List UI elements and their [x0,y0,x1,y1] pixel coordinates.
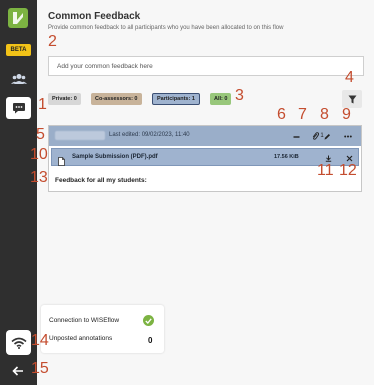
pencil-icon [324,133,330,139]
author-name-blurred [55,131,105,140]
annotation-7: 7 [298,106,307,123]
filter-participants[interactable]: Participants: 1 [152,93,200,105]
annotation-6: 6 [277,106,286,123]
feedback-card: Last edited: 09/02/2023, 11:40 1 Sample … [48,125,362,192]
more-options-button[interactable] [341,129,355,143]
minus-icon [293,135,299,138]
last-edited-text: Last edited: 09/02/2023, 11:40 [109,132,190,138]
collapse-button[interactable] [290,129,302,143]
connection-label: Connection to WISEflow [49,317,120,324]
paperclip-icon [313,132,320,140]
back-button[interactable] [8,364,28,378]
annotation-2: 2 [48,33,57,50]
attachment-file-size: 17.56 KiB [274,154,299,160]
funnel-icon [348,95,356,103]
check-circle-icon [143,315,154,326]
annotation-10: 10 [30,146,48,163]
participants-button[interactable] [6,68,31,90]
feedback-body-text[interactable]: Feedback for all my students: [55,177,147,184]
annotation-14: 14 [31,332,49,349]
arrow-left-icon [12,366,23,376]
edit-button[interactable] [321,129,333,143]
annotation-1: 1 [38,96,47,113]
page-title: Common Feedback [48,11,141,22]
annotation-3: 3 [235,87,244,104]
common-feedback-input[interactable] [48,56,364,76]
attachment-file-name[interactable]: Sample Submission (PDF).pdf [72,154,158,160]
annotation-8: 8 [320,106,329,123]
logo-check-icon [13,12,23,24]
annotation-5: 5 [36,126,45,143]
annotation-11: 11 [317,162,334,179]
download-icon [325,155,331,162]
unposted-annotations-count: 0 [148,336,153,345]
wiseflow-logo [8,8,28,28]
annotation-4: 4 [345,69,354,86]
filter-all[interactable]: All: 0 [210,93,232,105]
common-feedback-button[interactable] [6,97,31,119]
left-sidebar: BETA [0,0,37,385]
chat-bubble-icon [12,103,25,114]
annotation-15: 15 [31,360,49,377]
users-icon [10,74,27,84]
connection-status-button[interactable] [6,330,31,355]
close-icon [346,155,352,161]
filter-co-assessors[interactable]: Co-assessors: 0 [91,93,142,105]
attachment-row[interactable]: Sample Submission (PDF).pdf 17.56 KiB [51,148,359,166]
connection-status-panel: Connection to WISEflow Unposted annotati… [41,305,164,353]
beta-badge: BETA [6,44,31,56]
ellipsis-icon [344,135,352,137]
page-subtitle: Provide common feedback to all participa… [48,25,284,31]
filter-private[interactable]: Private: 0 [48,93,81,105]
unposted-annotations-label: Unposted annotations [49,335,113,342]
annotation-12: 12 [339,162,357,179]
wifi-icon [10,337,27,349]
annotation-13: 13 [30,169,48,186]
annotation-9: 9 [342,106,351,123]
feedback-card-header: Last edited: 09/02/2023, 11:40 1 [49,126,361,146]
file-icon [58,153,65,171]
